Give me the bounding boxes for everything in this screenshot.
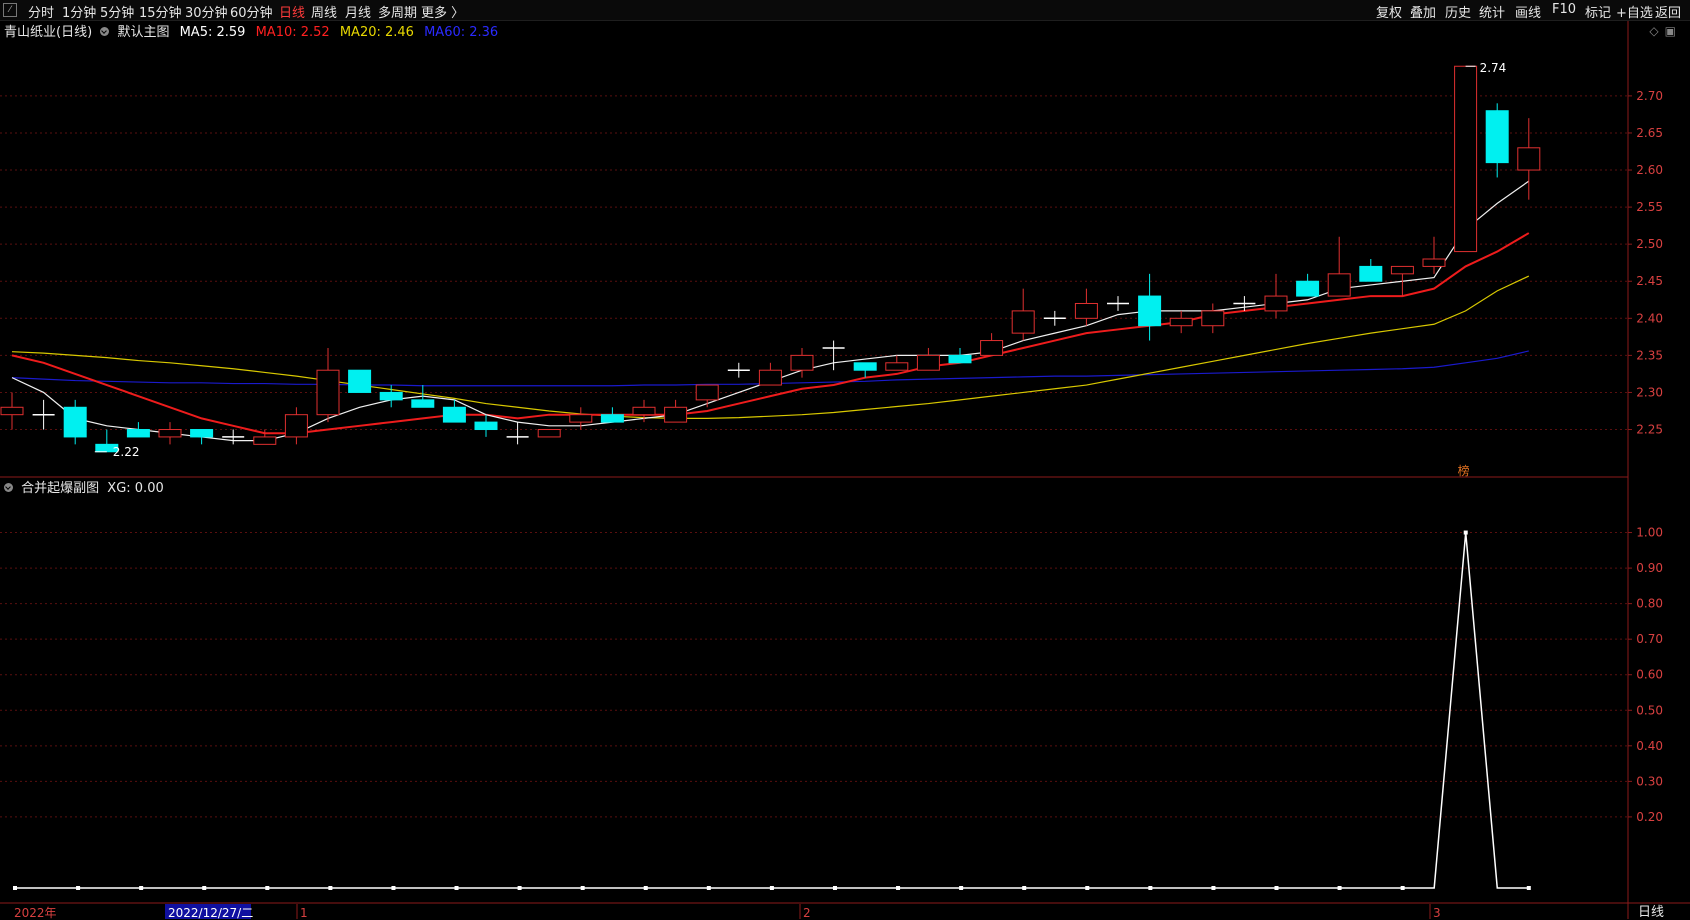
xg-point [580,886,585,890]
candle-body [600,414,624,423]
kline-chart[interactable]: 2.70 2.65 2.60 2.55 2.50 2.45 2.40 2.35 2.30 2.25… [0,0,1690,919]
candle-body [442,406,466,423]
sub-label: 0.50 [1636,703,1663,717]
candle-body [758,369,782,386]
price-label: 2.40 [1636,311,1663,325]
candle-body [190,429,214,438]
xg-point [643,886,648,890]
candle-body [1201,310,1225,327]
price-label: 2.25 [1636,423,1663,437]
price-label: 2.50 [1636,237,1663,251]
candle-body [1517,147,1541,171]
xg-point [76,886,81,890]
xg-point [265,886,270,890]
period-label: 日线 [1638,905,1665,920]
price-label: 2.45 [1636,274,1663,288]
candle-body [0,406,24,416]
xg-point [1211,886,1216,890]
candle-body [980,340,1004,356]
candle-body [1359,265,1383,282]
candle-body [569,414,593,423]
candle-body [348,369,372,393]
candle-body [695,384,719,401]
xg-point [1274,886,1279,890]
candle-body [1296,280,1320,297]
xg-point [1148,886,1153,890]
price-label: 2.30 [1636,385,1663,399]
xg-point [328,886,333,890]
price-label: 2.65 [1636,126,1663,140]
price-label: 2.55 [1636,200,1663,214]
month-label: 1 [300,906,308,919]
xg-point [139,886,144,890]
candle-body [1454,65,1478,253]
xg-point [517,886,522,890]
sub-label: 0.70 [1636,632,1663,646]
price-label: 2.70 [1636,89,1663,103]
low-label: 2.22 [113,445,140,459]
candle-body [63,406,87,438]
candle-body [1169,317,1193,327]
candle-body [1074,302,1098,319]
cursor-date: 2022/12/27/二 [168,906,253,919]
candle-body [1422,258,1446,267]
xg-point [1022,886,1027,890]
candle-body [853,362,877,371]
candle-body [916,354,940,371]
xg-point [1085,886,1090,890]
sub-label: 1.00 [1636,526,1663,540]
xg-point [832,886,837,890]
year-label: 2022年 [14,906,57,919]
xg-point [769,886,774,890]
month-label: 2 [803,906,811,919]
sub-label: 0.90 [1636,561,1663,575]
xg-point [1400,886,1405,890]
xg-point [202,886,207,890]
candle-body [632,406,656,416]
xg-point [1337,886,1342,890]
ma5-line [11,180,1530,442]
candle-body [316,369,340,416]
candle-body [537,429,561,438]
candle-body [664,406,688,423]
xg-point [13,886,17,890]
sub-label: 0.80 [1636,597,1663,611]
candle-body [379,391,403,401]
xg-point [959,886,964,890]
candle-body [1138,295,1162,327]
candle-body [253,436,277,445]
candle-body [948,354,972,364]
xg-point [706,886,711,890]
candle-body [474,421,498,431]
candle-body [1390,265,1414,275]
price-label: 2.60 [1636,163,1663,177]
sub-label: 0.30 [1636,774,1663,788]
candle-body [1485,110,1509,164]
month-label: 3 [1433,906,1441,919]
candle-body [158,429,182,438]
sub-label: 0.40 [1636,739,1663,753]
ma10-line [11,232,1530,435]
xg-point [1463,530,1468,535]
candle-body [284,414,308,438]
sub-label: 0.20 [1636,810,1663,824]
xg-point [391,886,396,890]
xg-point [896,886,901,890]
high-label: 2.74 [1480,61,1507,75]
candle-body [1264,295,1288,312]
candle-body [790,354,814,371]
candle-body [411,399,435,408]
xg-point [1526,886,1531,890]
candle-body [1011,310,1035,334]
xg-point [454,886,459,890]
sub-label: 0.60 [1636,668,1663,682]
candle-body [1327,273,1351,297]
rank-badge: 榜 [1458,463,1470,478]
price-label: 2.35 [1636,348,1663,362]
candle-body [885,362,909,371]
candle-body [126,429,150,438]
